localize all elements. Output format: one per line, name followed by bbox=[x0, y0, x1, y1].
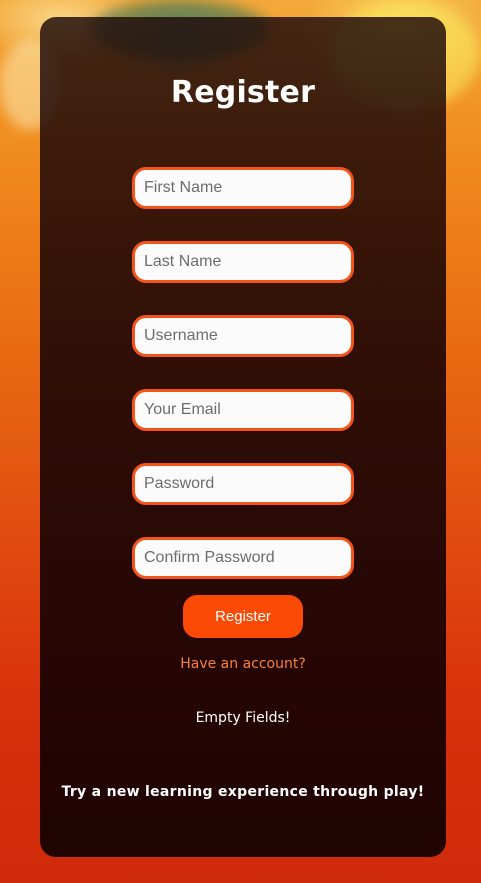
last-name-input[interactable] bbox=[132, 241, 354, 283]
username-input[interactable] bbox=[132, 315, 354, 357]
register-button[interactable]: Register bbox=[183, 595, 303, 638]
tagline: Try a new learning experience through pl… bbox=[61, 784, 425, 800]
page-title: Register bbox=[170, 75, 316, 110]
have-account-link[interactable]: Have an account? bbox=[40, 656, 446, 672]
status-message: Empty Fields! bbox=[195, 710, 291, 726]
password-input[interactable] bbox=[132, 463, 354, 505]
email-input[interactable] bbox=[132, 389, 354, 431]
first-name-input[interactable] bbox=[132, 167, 354, 209]
confirm-password-input[interactable] bbox=[132, 537, 354, 579]
register-panel: Register Register Have an account? Empty… bbox=[40, 17, 446, 857]
